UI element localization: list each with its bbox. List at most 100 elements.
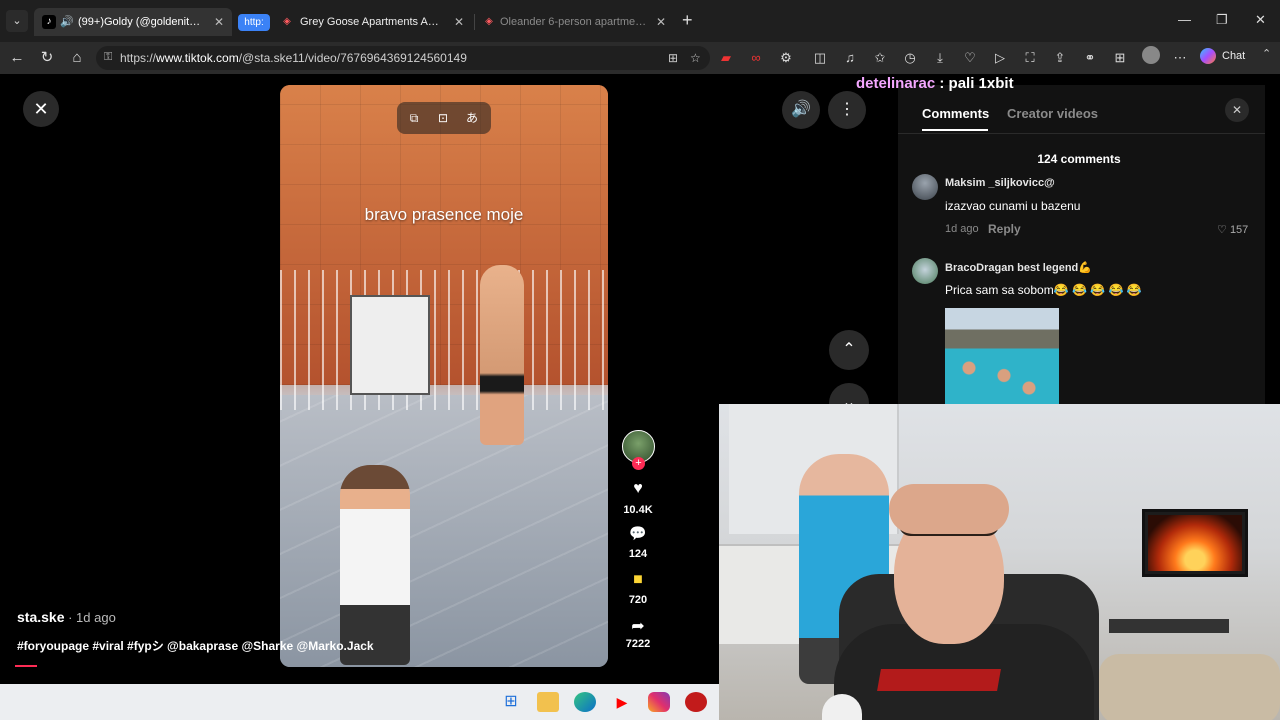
tab-label: Grey Goose Apartments APP 12 - Airbnb bbox=[300, 16, 446, 28]
instagram-icon[interactable] bbox=[648, 692, 670, 712]
comment-username[interactable]: BracoDragan best legend💪 bbox=[945, 261, 1092, 274]
close-window-icon[interactable]: ✕ bbox=[1255, 12, 1266, 28]
http-badge: http: bbox=[238, 14, 270, 31]
webcam-overlay bbox=[719, 404, 1280, 720]
autoscroll-icon[interactable]: ⊡ bbox=[434, 109, 452, 127]
comments-count: 124 comments bbox=[1037, 152, 1121, 166]
video-scene-sign bbox=[350, 295, 430, 395]
tab-airbnb-grey-goose[interactable]: ◈ Grey Goose Apartments APP 12 - Airbnb … bbox=[272, 8, 472, 36]
webcam-couch bbox=[1099, 654, 1280, 720]
windows-taskbar: ⊞ ▶ bbox=[0, 684, 719, 720]
active-tab-indicator bbox=[922, 129, 988, 131]
home-icon[interactable]: ⌂ bbox=[66, 48, 88, 68]
profile-avatar[interactable] bbox=[1142, 46, 1160, 64]
previous-video-button[interactable]: ⌃ bbox=[829, 330, 869, 370]
back-icon[interactable]: ← bbox=[6, 48, 28, 68]
comment-image[interactable] bbox=[945, 308, 1059, 405]
follow-plus-icon[interactable]: + bbox=[632, 457, 645, 470]
tiktok-icon: ♪ bbox=[42, 15, 56, 29]
share-arrow-icon[interactable]: ➦ bbox=[618, 616, 658, 636]
file-explorer-icon[interactable] bbox=[537, 692, 559, 712]
like-heart-icon[interactable]: ♥ bbox=[618, 480, 658, 498]
share-count: 7222 bbox=[625, 638, 651, 650]
like-count: 10.4K bbox=[623, 504, 653, 516]
browser-tab-bar: ⌄ ♪ 🔊 (99+)Goldy (@goldenitoo) | TikTok … bbox=[0, 0, 1280, 42]
youtube-icon[interactable]: ▶ bbox=[611, 692, 633, 712]
tab-comments[interactable]: Comments bbox=[922, 106, 989, 121]
comment-count: 124 bbox=[628, 548, 648, 560]
downloads-icon[interactable]: ⤓ bbox=[930, 48, 950, 68]
windows-start-icon[interactable]: ⊞ bbox=[500, 692, 522, 712]
send-icon[interactable]: ▷ bbox=[990, 48, 1010, 68]
close-panel-icon[interactable]: ✕ bbox=[1225, 98, 1249, 122]
video-description[interactable]: #foryoupage #viral #fypシ @bakaprase @Sha… bbox=[17, 637, 374, 654]
comment-time: 1d ago bbox=[945, 223, 979, 235]
avatar[interactable] bbox=[912, 174, 938, 200]
airbnb-icon: ◈ bbox=[283, 16, 291, 27]
history-icon[interactable]: ◷ bbox=[900, 48, 920, 68]
tab-tiktok[interactable]: ♪ 🔊 (99+)Goldy (@goldenitoo) | TikTok ✕ bbox=[34, 8, 232, 36]
collections-icon[interactable]: ⊞ bbox=[1110, 48, 1130, 68]
share-icon[interactable]: ⇪ bbox=[1050, 48, 1070, 68]
site-info-icon[interactable]: ⚿ bbox=[104, 51, 112, 64]
screenshot-icon[interactable]: ⛶ bbox=[1020, 48, 1040, 68]
tab-airbnb-oleander[interactable]: ◈ Oleander 6-person apartment with ✕ bbox=[476, 8, 674, 36]
copilot-icon bbox=[1200, 48, 1216, 65]
miniplayer-icon[interactable]: ⧉ bbox=[405, 109, 423, 127]
read-aloud-icon[interactable]: ♫ bbox=[840, 48, 860, 68]
video-person-swimmer bbox=[480, 265, 524, 445]
comment-icon[interactable]: 💬 bbox=[618, 525, 658, 542]
split-screen-icon[interactable]: ◫ bbox=[810, 48, 830, 68]
sidebar-toggle-icon[interactable]: ⌃ bbox=[1262, 47, 1271, 60]
close-tab-icon[interactable]: ✕ bbox=[656, 8, 666, 36]
comment-like[interactable]: ♡ 157 bbox=[1217, 223, 1248, 236]
video-caption: bravo prasence moje bbox=[364, 205, 524, 224]
tab-label: Oleander 6-person apartment with bbox=[500, 16, 648, 28]
close-tab-icon[interactable]: ✕ bbox=[214, 8, 224, 36]
new-tab-icon[interactable]: + bbox=[682, 10, 693, 31]
url-text: https://www.tiktok.com/@sta.ske11/video/… bbox=[120, 51, 467, 65]
tab-creator-videos[interactable]: Creator videos bbox=[1007, 106, 1098, 121]
close-tab-icon[interactable]: ✕ bbox=[454, 8, 464, 36]
extension-infinity-icon[interactable]: ∞ bbox=[746, 48, 766, 68]
tab-actions-menu-icon[interactable]: ⌄ bbox=[6, 10, 28, 32]
webcam-tv bbox=[1142, 509, 1248, 577]
url-field[interactable]: ⚿ https://www.tiktok.com/@sta.ske11/vide… bbox=[96, 46, 710, 70]
refresh-icon[interactable]: ↻ bbox=[36, 48, 58, 68]
bookmark-icon[interactable]: ■ bbox=[618, 571, 658, 589]
avatar[interactable] bbox=[912, 258, 938, 284]
app-red-icon[interactable] bbox=[685, 692, 707, 712]
webcam-tv-fireplace bbox=[1148, 515, 1242, 571]
address-toolbar: ← ↻ ⌂ ⚿ https://www.tiktok.com/@sta.ske1… bbox=[0, 42, 1280, 74]
volume-button[interactable]: 🔊 bbox=[782, 91, 820, 129]
video-scene-railing bbox=[280, 270, 608, 410]
video-scene-floor bbox=[280, 395, 608, 667]
connections-icon[interactable]: ⚭ bbox=[1080, 48, 1100, 68]
minimize-icon[interactable]: — bbox=[1178, 12, 1191, 27]
video-progress-bar[interactable] bbox=[15, 665, 37, 667]
reply-button[interactable]: Reply bbox=[988, 222, 1021, 236]
post-time: · 1d ago bbox=[64, 610, 116, 625]
comment-text: Prica sam sa sobom😂 😂 😂 😂 😂 bbox=[945, 283, 1142, 297]
health-icon[interactable]: ♡ bbox=[960, 48, 980, 68]
translate-icon[interactable]: あ bbox=[463, 109, 481, 127]
comment-username[interactable]: Maksim _siljkovicc@ bbox=[945, 177, 1055, 189]
webcam-shirt-print bbox=[877, 669, 1001, 691]
app-available-icon[interactable]: ⊞ bbox=[668, 51, 678, 65]
more-options-button[interactable]: ⋮ bbox=[828, 91, 866, 129]
close-video-button[interactable]: ✕ bbox=[23, 91, 59, 127]
maximize-icon[interactable]: ❐ bbox=[1216, 12, 1228, 28]
edge-browser-icon[interactable] bbox=[574, 692, 596, 712]
stream-chat-overlay: detelinarac : pali 1xbit bbox=[856, 75, 1014, 92]
webcam-tv-stand bbox=[1109, 619, 1229, 633]
extension-red-icon[interactable]: ▰ bbox=[716, 48, 736, 68]
video-author[interactable]: sta.ske · 1d ago bbox=[17, 609, 116, 625]
video-player[interactable]: bravo prasence moje ⧉ ⊡ あ bbox=[280, 85, 608, 667]
copilot-chat-button[interactable]: Chat bbox=[1200, 48, 1245, 65]
tab-label: (99+)Goldy (@goldenitoo) | TikTok bbox=[78, 16, 206, 28]
webcam-streamer-hand bbox=[889, 484, 1009, 534]
favorite-star-icon[interactable]: ☆ bbox=[690, 51, 701, 65]
more-options-icon[interactable]: ⋯ bbox=[1170, 48, 1190, 68]
favorites-icon[interactable]: ✩ bbox=[870, 48, 890, 68]
extensions-puzzle-icon[interactable]: ⚙ bbox=[776, 48, 796, 68]
